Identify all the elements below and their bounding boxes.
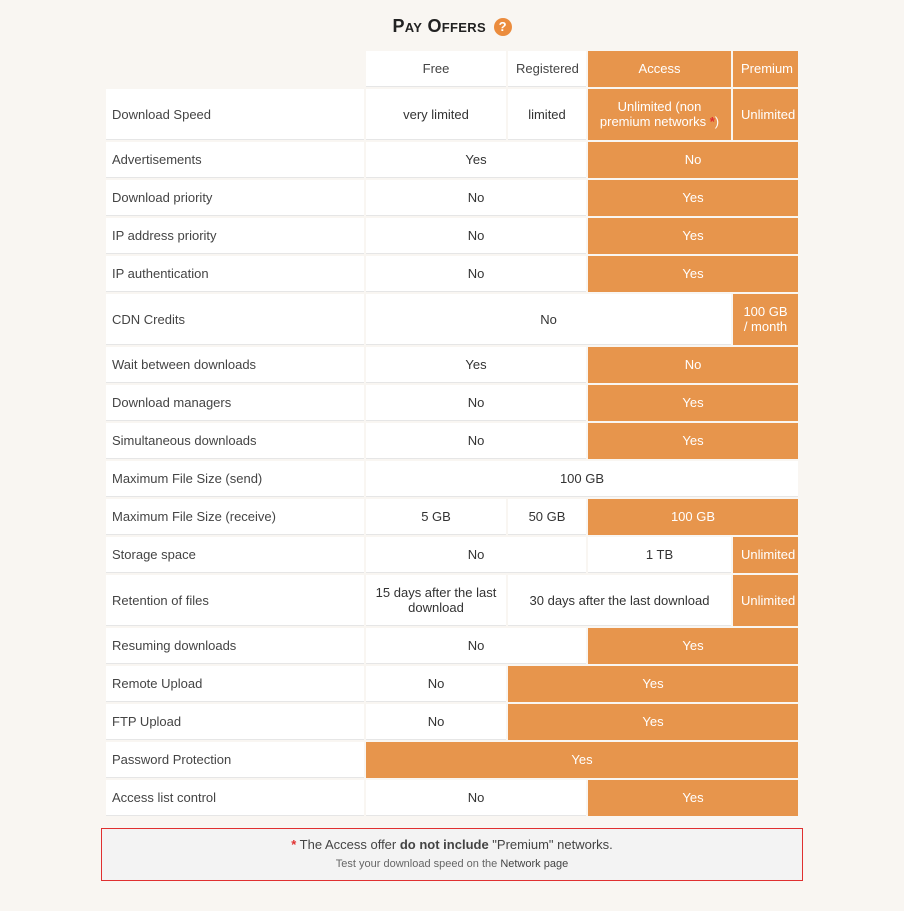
- cell-label: Retention of files: [106, 575, 364, 626]
- cell-label: FTP Upload: [106, 704, 364, 740]
- plan-registered-header: Registered: [508, 51, 586, 87]
- footnote-line2: Test your download speed on the Network …: [108, 858, 796, 870]
- cell-premium: Unlimited: [733, 575, 798, 626]
- cell-label: Access list control: [106, 780, 364, 816]
- cell-label: Wait between downloads: [106, 347, 364, 383]
- table-header-row: Free Registered Access Premium: [106, 51, 798, 87]
- cell-label: IP authentication: [106, 256, 364, 292]
- help-icon[interactable]: ?: [494, 18, 512, 36]
- page-title: Pay Offers: [392, 16, 486, 37]
- cell-free-reg: No: [366, 780, 586, 816]
- cell-reg-acc: 30 days after the last download: [508, 575, 731, 626]
- row-resuming-downloads: Resuming downloads No Yes: [106, 628, 798, 664]
- cell-label: Maximum File Size (receive): [106, 499, 364, 535]
- cell-premium: Unlimited: [733, 89, 798, 140]
- cell-label: Remote Upload: [106, 666, 364, 702]
- row-ip-authentication: IP authentication No Yes: [106, 256, 798, 292]
- row-simultaneous-downloads: Simultaneous downloads No Yes: [106, 423, 798, 459]
- cell-access: 1 TB: [588, 537, 731, 573]
- cell-acc-prem: No: [588, 142, 798, 178]
- cell-free-reg: No: [366, 256, 586, 292]
- cell-label: Resuming downloads: [106, 628, 364, 664]
- cell-label: Storage space: [106, 537, 364, 573]
- cell-label: IP address priority: [106, 218, 364, 254]
- row-advertisements: Advertisements Yes No: [106, 142, 798, 178]
- cell-acc-prem: Yes: [588, 385, 798, 421]
- row-retention-of-files: Retention of files 15 days after the las…: [106, 575, 798, 626]
- cell-free: No: [366, 704, 506, 740]
- plan-access-header: Access: [588, 51, 731, 87]
- page-title-wrap: Pay Offers ?: [0, 16, 904, 37]
- cell-label: Simultaneous downloads: [106, 423, 364, 459]
- cell-acc-prem: Yes: [588, 780, 798, 816]
- footnote-post: "Premium" networks.: [489, 837, 613, 852]
- cell-acc-prem: Yes: [588, 423, 798, 459]
- row-cdn-credits: CDN Credits No 100 GB / month: [106, 294, 798, 345]
- cell-all: 100 GB: [366, 461, 798, 497]
- plan-free-header: Free: [366, 51, 506, 87]
- cell-registered: 50 GB: [508, 499, 586, 535]
- cell-access: Unlimited (non premium networks *): [588, 89, 731, 140]
- cell-acc-prem: Yes: [588, 180, 798, 216]
- cell-free: very limited: [366, 89, 506, 140]
- row-download-priority: Download priority No Yes: [106, 180, 798, 216]
- cell-premium: Unlimited: [733, 537, 798, 573]
- row-max-file-size-send: Maximum File Size (send) 100 GB: [106, 461, 798, 497]
- cell-reg-acc-prem: Yes: [508, 704, 798, 740]
- row-storage-space: Storage space No 1 TB Unlimited: [106, 537, 798, 573]
- cell-free-reg: No: [366, 537, 586, 573]
- cell-registered: limited: [508, 89, 586, 140]
- cell-free: No: [366, 666, 506, 702]
- cell-label: Download managers: [106, 385, 364, 421]
- row-ip-address-priority: IP address priority No Yes: [106, 218, 798, 254]
- cell-all: Yes: [366, 742, 798, 778]
- offers-table: Free Registered Access Premium Download …: [104, 49, 800, 818]
- cell-free: 5 GB: [366, 499, 506, 535]
- cell-label: Advertisements: [106, 142, 364, 178]
- footnote-line1: * The Access offer do not include "Premi…: [108, 837, 796, 852]
- network-page-link[interactable]: Network page: [500, 858, 568, 870]
- plan-premium-header: Premium: [733, 51, 798, 87]
- footnote-bold: do not include: [400, 837, 489, 852]
- cell-free: 15 days after the last download: [366, 575, 506, 626]
- cell-label: CDN Credits: [106, 294, 364, 345]
- cell-acc-prem: 100 GB: [588, 499, 798, 535]
- access-speed-suffix: ): [715, 114, 719, 129]
- cell-acc-prem: Yes: [588, 256, 798, 292]
- cell-acc-prem: Yes: [588, 218, 798, 254]
- footnote-test-pre: Test your download speed on the: [336, 858, 501, 870]
- cell-free-reg-acc: No: [366, 294, 731, 345]
- cell-acc-prem: Yes: [588, 628, 798, 664]
- cell-label: Download Speed: [106, 89, 364, 140]
- access-speed-text: Unlimited (non premium networks: [600, 99, 710, 129]
- cell-label: Password Protection: [106, 742, 364, 778]
- header-blank: [106, 51, 364, 87]
- footnote-box: * The Access offer do not include "Premi…: [101, 828, 803, 881]
- cell-free-reg: No: [366, 423, 586, 459]
- cell-acc-prem: No: [588, 347, 798, 383]
- cell-free-reg: Yes: [366, 142, 586, 178]
- row-download-managers: Download managers No Yes: [106, 385, 798, 421]
- row-download-speed: Download Speed very limited limited Unli…: [106, 89, 798, 140]
- cell-label: Maximum File Size (send): [106, 461, 364, 497]
- cell-free-reg: No: [366, 218, 586, 254]
- row-ftp-upload: FTP Upload No Yes: [106, 704, 798, 740]
- row-wait-between-downloads: Wait between downloads Yes No: [106, 347, 798, 383]
- cell-free-reg: Yes: [366, 347, 586, 383]
- row-remote-upload: Remote Upload No Yes: [106, 666, 798, 702]
- cell-premium: 100 GB / month: [733, 294, 798, 345]
- row-password-protection: Password Protection Yes: [106, 742, 798, 778]
- cell-free-reg: No: [366, 628, 586, 664]
- cell-label: Download priority: [106, 180, 364, 216]
- cell-free-reg: No: [366, 385, 586, 421]
- row-max-file-size-receive: Maximum File Size (receive) 5 GB 50 GB 1…: [106, 499, 798, 535]
- footnote-pre: The Access offer: [296, 837, 400, 852]
- cell-free-reg: No: [366, 180, 586, 216]
- row-access-list-control: Access list control No Yes: [106, 780, 798, 816]
- cell-reg-acc-prem: Yes: [508, 666, 798, 702]
